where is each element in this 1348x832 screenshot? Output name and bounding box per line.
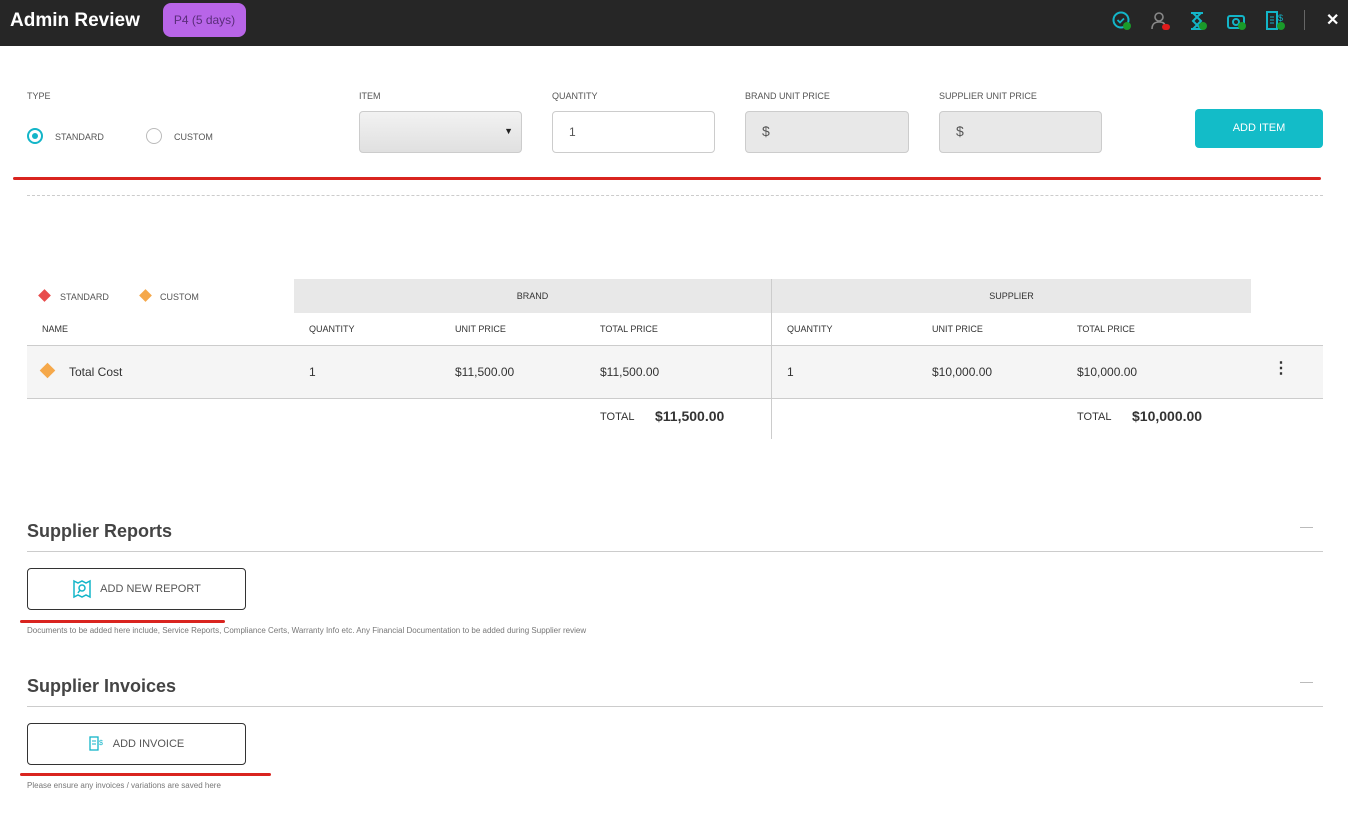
supplier-total-label: TOTAL bbox=[1077, 411, 1112, 423]
table-row[interactable]: Total Cost 1 $11,500.00 $11,500.00 1 $10… bbox=[27, 345, 1323, 399]
col-brand-total-price: TOTAL PRICE bbox=[600, 324, 658, 334]
column-divider bbox=[771, 279, 772, 439]
quantity-label: QUANTITY bbox=[552, 91, 598, 101]
check-circle-icon[interactable] bbox=[1111, 10, 1133, 32]
supplier-price-input[interactable]: $ bbox=[939, 111, 1102, 153]
divider bbox=[27, 551, 1323, 552]
supplier-unit-price: $10,000.00 bbox=[932, 365, 993, 379]
add-invoice-button[interactable]: $ ADD INVOICE bbox=[27, 723, 246, 765]
add-new-report-button[interactable]: ADD NEW REPORT bbox=[27, 568, 246, 610]
supplier-invoices-heading: Supplier Invoices bbox=[27, 676, 177, 696]
reports-note: Documents to be added here include, Serv… bbox=[27, 626, 587, 635]
brand-price-input[interactable]: $ bbox=[745, 111, 909, 153]
title-bar: Admin Review P4 (5 days) $ ✕ bbox=[0, 0, 1348, 46]
collapse-icon[interactable] bbox=[1300, 682, 1313, 683]
supplier-price-label: SUPPLIER UNIT PRICE bbox=[939, 91, 1037, 101]
annotation-underline bbox=[13, 177, 1321, 180]
standard-diamond-icon bbox=[38, 289, 51, 302]
svg-text:$: $ bbox=[1278, 13, 1283, 23]
col-supplier-unit-price: UNIT PRICE bbox=[932, 324, 983, 334]
invoice-icon: $ bbox=[89, 736, 103, 751]
add-new-report-label: ADD NEW REPORT bbox=[100, 583, 201, 595]
quantity-input[interactable]: 1 bbox=[552, 111, 715, 153]
brand-price-label: BRAND UNIT PRICE bbox=[745, 91, 830, 101]
col-brand-unit-price: UNIT PRICE bbox=[455, 324, 506, 334]
divider bbox=[27, 706, 1323, 707]
invoice-icon[interactable]: $ bbox=[1265, 10, 1287, 32]
annotation-underline bbox=[20, 773, 271, 776]
legend-custom: CUSTOM bbox=[160, 292, 199, 302]
custom-diamond-icon bbox=[139, 289, 152, 302]
brand-group-header: BRAND bbox=[294, 279, 771, 313]
custom-radio[interactable] bbox=[146, 128, 162, 144]
type-label: TYPE bbox=[27, 91, 51, 101]
supplier-total-value: $10,000.00 bbox=[1132, 408, 1203, 424]
collapse-icon[interactable] bbox=[1300, 527, 1313, 528]
chevron-down-icon: ▼ bbox=[504, 126, 513, 136]
brand-total-price: $11,500.00 bbox=[600, 365, 660, 379]
brand-total-label: TOTAL bbox=[600, 411, 635, 423]
close-icon[interactable]: ✕ bbox=[1326, 10, 1339, 30]
supplier-group-header: SUPPLIER bbox=[772, 279, 1251, 313]
col-supplier-total-price: TOTAL PRICE bbox=[1077, 324, 1135, 334]
priority-badge: P4 (5 days) bbox=[163, 3, 246, 37]
user-icon[interactable] bbox=[1149, 10, 1171, 32]
camera-icon[interactable] bbox=[1226, 10, 1248, 32]
custom-diamond-icon bbox=[39, 362, 56, 379]
item-select[interactable]: ▼ bbox=[359, 111, 522, 153]
page-title: Admin Review bbox=[10, 10, 140, 31]
col-name: NAME bbox=[42, 324, 69, 334]
report-search-icon bbox=[73, 579, 91, 599]
brand-total-value: $11,500.00 bbox=[655, 408, 725, 424]
hourglass-icon[interactable] bbox=[1187, 10, 1209, 32]
add-invoice-label: ADD INVOICE bbox=[112, 738, 185, 750]
row-name: Total Cost bbox=[69, 365, 123, 379]
item-label: ITEM bbox=[359, 91, 381, 101]
standard-label: STANDARD bbox=[55, 132, 104, 142]
supplier-total-price: $10,000.00 bbox=[1077, 365, 1138, 379]
supplier-quantity: 1 bbox=[787, 365, 794, 379]
col-brand-quantity: QUANTITY bbox=[309, 324, 355, 334]
standard-radio[interactable] bbox=[27, 128, 43, 144]
custom-label: CUSTOM bbox=[174, 132, 213, 142]
invoices-note: Please ensure any invoices / variations … bbox=[27, 781, 221, 790]
divider bbox=[1304, 10, 1305, 30]
svg-text:$: $ bbox=[99, 740, 103, 747]
brand-unit-price: $11,500.00 bbox=[455, 365, 515, 379]
annotation-underline bbox=[20, 620, 225, 623]
supplier-reports-heading: Supplier Reports bbox=[27, 521, 173, 541]
dashed-divider bbox=[27, 195, 1323, 196]
brand-quantity: 1 bbox=[309, 365, 316, 379]
add-item-button[interactable]: ADD ITEM bbox=[1195, 109, 1323, 148]
row-menu-icon[interactable]: ⋮ bbox=[1273, 358, 1289, 378]
legend-standard: STANDARD bbox=[60, 292, 109, 302]
col-supplier-quantity: QUANTITY bbox=[787, 324, 833, 334]
